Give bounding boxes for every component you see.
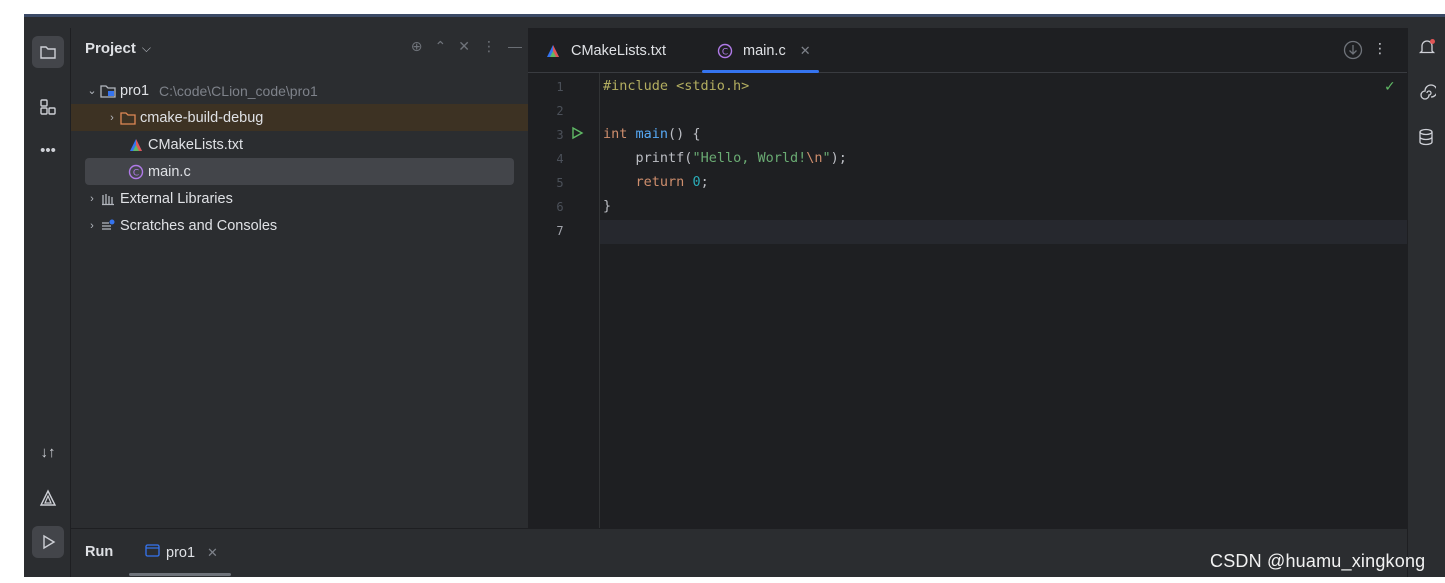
project-panel-toolbar: ⊕ ⌃ ✕ ⋮ — — [411, 38, 522, 55]
line-number: 3 — [556, 128, 564, 142]
tree-item-label: main.c — [148, 163, 191, 180]
more-tools-icon[interactable]: ••• — [32, 134, 64, 166]
project-panel: Project ⌵ ⊕ ⌃ ✕ ⋮ — ⌄ pro1 C:\code\CLion… — [71, 28, 528, 528]
tree-item-label: CMakeLists.txt — [148, 136, 244, 153]
database-icon[interactable] — [1418, 128, 1434, 151]
code-line-4: printf("Hello, World!\n"); — [603, 146, 847, 170]
expand-all-icon[interactable]: ⌃ — [435, 38, 447, 55]
download-circle-icon[interactable] — [1343, 40, 1363, 63]
editor-gutter: 1 2 3 4 5 6 7 — [528, 73, 600, 528]
bottom-tool-window-bar: Run pro1 ✕ — [71, 528, 1407, 577]
run-window-title: Run — [85, 544, 114, 560]
preprocessor-directive: #include <stdio.h> — [603, 78, 750, 94]
run-tab-label: pro1 — [166, 544, 196, 561]
module-folder-icon — [99, 83, 117, 99]
structure-icon[interactable] — [32, 91, 64, 123]
tree-item-external-libraries[interactable]: › External Libraries — [71, 185, 528, 212]
run-gutter-icon[interactable] — [570, 126, 584, 143]
code-editor[interactable]: #include <stdio.h> int main() { printf("… — [601, 73, 1407, 528]
project-panel-title: Project — [85, 40, 136, 57]
tree-item-scratches[interactable]: › Scratches and Consoles — [71, 212, 528, 239]
tree-item-path: C:\code\CLion_code\pro1 — [159, 82, 318, 99]
tab-label: main.c — [743, 42, 786, 59]
no-problems-check-icon[interactable]: ✓ — [1384, 78, 1396, 95]
line-number: 1 — [556, 80, 564, 94]
tree-item-cmake-build-debug[interactable]: › cmake-build-debug — [71, 104, 528, 131]
locate-target-icon[interactable]: ⊕ — [411, 38, 423, 55]
cmake-file-icon — [544, 43, 562, 59]
code-text: } — [603, 198, 612, 214]
svg-text:C: C — [722, 47, 728, 57]
project-folder-icon[interactable] — [32, 36, 64, 68]
code-text: () { — [668, 126, 701, 142]
tree-item-main-c[interactable]: C main.c — [85, 158, 514, 185]
scratches-icon — [99, 218, 117, 234]
watermark: CSDN @huamu_xingkong — [1210, 551, 1426, 571]
keyword: int — [603, 126, 628, 142]
close-icon[interactable]: ✕ — [800, 43, 811, 59]
cmake-file-icon — [127, 137, 145, 153]
chevron-right-icon[interactable]: › — [105, 112, 119, 124]
console-window-icon — [145, 544, 160, 561]
notifications-bell-icon[interactable] — [1418, 38, 1436, 61]
hide-panel-icon[interactable]: — — [508, 38, 522, 55]
editor-tab-toolbar: ⋮ — [1343, 40, 1387, 63]
run-tab-indicator — [129, 573, 231, 576]
c-file-icon: C — [127, 164, 145, 180]
code-line-1: #include <stdio.h> — [603, 74, 749, 98]
options-kebab-icon[interactable]: ⋮ — [1373, 40, 1387, 63]
code-line-5: return 0; — [603, 170, 709, 194]
folder-icon — [119, 110, 137, 126]
line-number: 4 — [556, 152, 564, 166]
run-tab-pro1[interactable]: pro1 ✕ — [145, 544, 218, 561]
tab-label: CMakeLists.txt — [571, 42, 667, 59]
line-number: 5 — [556, 176, 564, 190]
code-text: ; — [700, 174, 709, 190]
tree-item-pro1[interactable]: ⌄ pro1 C:\code\CLion_code\pro1 — [71, 77, 528, 104]
line-number-current: 7 — [556, 224, 564, 238]
tree-item-label: External Libraries — [120, 190, 233, 207]
tab-cmakelists[interactable]: CMakeLists.txt — [544, 28, 666, 73]
number-literal: 0 — [692, 174, 701, 190]
ide-window: ••• ↓↑ Project ⌵ ⊕ ⌃ ✕ ⋮ — ⌄ pro1 C:\cod… — [24, 28, 1445, 577]
escape-sequence: \n — [806, 150, 823, 166]
tab-main-c[interactable]: C main.c ✕ — [716, 28, 811, 73]
chevron-right-icon[interactable]: › — [85, 193, 99, 205]
svg-text:C: C — [133, 168, 139, 178]
options-kebab-icon[interactable]: ⋮ — [482, 38, 496, 55]
library-icon — [99, 191, 117, 207]
window-title-bar — [24, 14, 1445, 28]
sort-arrows-icon[interactable]: ↓↑ — [32, 436, 64, 468]
project-panel-header[interactable]: Project ⌵ — [85, 40, 151, 57]
code-text: ); — [830, 150, 847, 166]
code-line-6: } — [603, 194, 611, 218]
tree-item-label: Scratches and Consoles — [120, 217, 278, 234]
tree-item-label: pro1 — [120, 82, 150, 99]
c-file-icon: C — [716, 43, 734, 59]
string-literal-end: " — [822, 150, 831, 166]
collapse-all-icon[interactable]: ✕ — [458, 38, 470, 55]
string-literal: "Hello, World! — [692, 150, 807, 166]
tree-item-label: cmake-build-debug — [140, 109, 264, 126]
code-line-3: int main() { — [603, 122, 701, 146]
close-icon[interactable]: ✕ — [207, 545, 218, 561]
right-tool-strip — [1407, 28, 1445, 577]
cmake-triangle-icon[interactable] — [32, 482, 64, 514]
chevron-down-icon[interactable]: ⌄ — [85, 84, 99, 97]
editor-tab-bar: CMakeLists.txt C main.c ✕ ⋮ — [528, 28, 1407, 73]
line-number: 6 — [556, 200, 564, 214]
ai-assistant-spiral-icon[interactable] — [1418, 84, 1438, 107]
line-number: 2 — [556, 104, 564, 118]
function-call: printf — [635, 150, 685, 166]
chevron-right-icon[interactable]: › — [85, 220, 99, 232]
left-tool-strip: ••• ↓↑ — [24, 28, 71, 577]
run-tool-icon[interactable] — [32, 526, 64, 558]
keyword: return — [635, 174, 685, 190]
chevron-down-icon: ⌵ — [141, 41, 151, 55]
function-name: main — [635, 126, 669, 142]
tree-item-cmakelists[interactable]: CMakeLists.txt — [71, 131, 528, 158]
